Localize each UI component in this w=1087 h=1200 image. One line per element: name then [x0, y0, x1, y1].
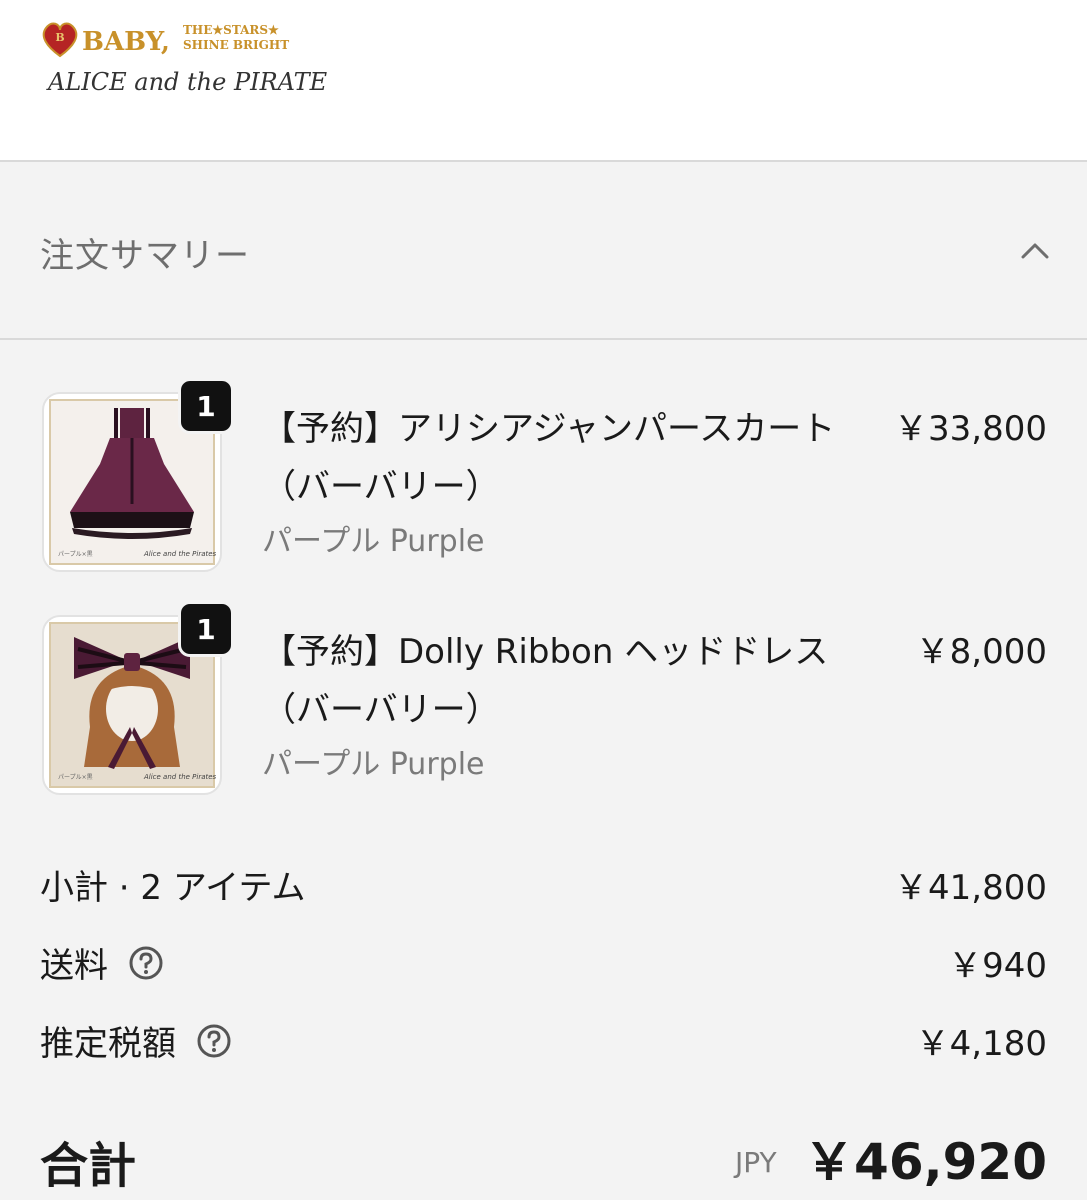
shipping-value: ￥940	[948, 946, 1047, 986]
svg-text:Alice and the Pirates: Alice and the Pirates	[143, 550, 217, 558]
item-price: ￥8,000	[915, 632, 1047, 672]
total-currency: JPY	[735, 1146, 777, 1179]
store-header: B BABY, THE★STARS★ SHINE BRIGHT ALICE an…	[0, 0, 1087, 162]
tax-label: 推定税額	[40, 1024, 176, 1064]
item-variant: パープル Purple	[262, 524, 485, 559]
svg-text:ALICE and the PIRATES: ALICE and the PIRATES	[46, 68, 328, 96]
tax-row: 推定税額 ￥4,180	[40, 1016, 1047, 1066]
shipping-label-group: 送料	[40, 938, 164, 987]
svg-text:Alice and the Pirates: Alice and the Pirates	[143, 773, 217, 781]
item-variant: パープル Purple	[262, 747, 485, 782]
quantity-badge: 1	[178, 601, 234, 657]
order-summary-title: 注文サマリー	[40, 236, 250, 276]
store-logo[interactable]: B BABY, THE★STARS★ SHINE BRIGHT ALICE an…	[38, 14, 328, 104]
subtotal-row: 小計 · 2 アイテム ￥41,800	[40, 860, 1047, 910]
subtotal-value: ￥41,800	[894, 868, 1047, 908]
svg-text:THE★STARS★: THE★STARS★	[183, 23, 279, 37]
shipping-row: 送料 ￥940	[40, 938, 1047, 988]
order-summary-toggle[interactable]: 注文サマリー	[0, 162, 1087, 340]
subtotal-label: 小計 · 2 アイテム	[40, 868, 306, 908]
tax-label-group: 推定税額	[40, 1016, 232, 1065]
svg-text:パープル×黒: パープル×黒	[58, 551, 93, 558]
total-value: ￥46,920	[804, 1133, 1047, 1191]
item-name: 【予約】アリシアジャンパースカート（バーバリー）	[262, 409, 836, 507]
help-icon[interactable]	[196, 1023, 232, 1059]
item-name: 【予約】Dolly Ribbon ヘッドドレス（バーバリー）	[262, 632, 829, 730]
tax-value: ￥4,180	[915, 1024, 1047, 1064]
quantity-badge: 1	[178, 378, 234, 434]
chevron-up-icon[interactable]	[1020, 240, 1050, 260]
line-item: パープル×黒 Alice and the Pirates 1 【予約】Dolly…	[0, 601, 1087, 815]
svg-text:パープル×黒: パープル×黒	[58, 774, 93, 781]
svg-text:B: B	[55, 31, 64, 44]
svg-text:SHINE BRIGHT: SHINE BRIGHT	[183, 38, 289, 52]
item-price: ￥33,800	[894, 409, 1047, 449]
help-icon[interactable]	[128, 945, 164, 981]
shipping-label: 送料	[40, 946, 108, 986]
line-item: パープル×黒 Alice and the Pirates 1 【予約】アリシアジ…	[0, 378, 1087, 592]
total-label: 合計	[40, 1138, 137, 1194]
svg-text:BABY,: BABY,	[82, 27, 170, 57]
